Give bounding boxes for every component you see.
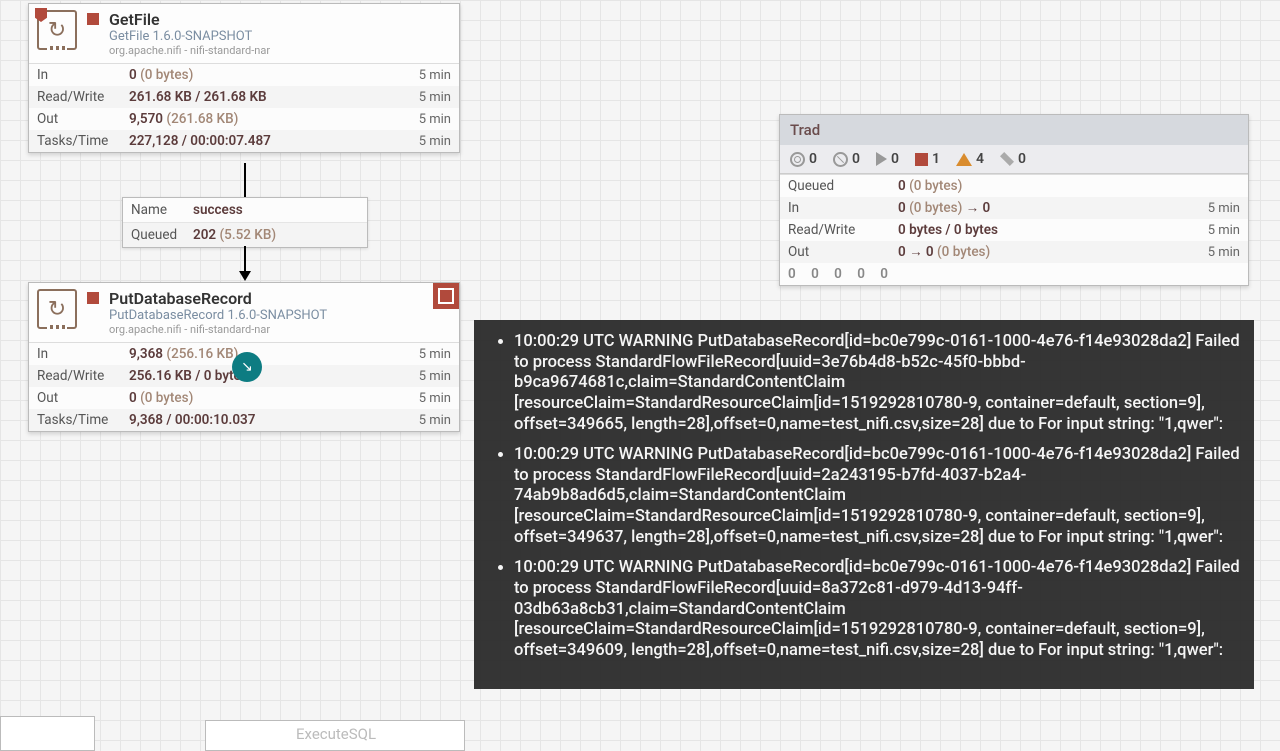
- stat-tasks: Tasks/Time 227,128 / 00:00:07.487 5 min: [29, 130, 459, 152]
- processor-bundle: org.apache.nifi - nifi-standard-nar: [109, 323, 451, 336]
- stat-tasks: Tasks/Time 9,368 / 00:00:10.037 5 min: [29, 409, 459, 431]
- bulletin-indicator-button[interactable]: [433, 283, 459, 309]
- connection-name-row: Name success: [123, 198, 367, 222]
- process-group-status-counts: 0 0 0 1 4 0: [780, 145, 1248, 174]
- connection-queued-row: Queued 202 (5.52 KB): [123, 222, 367, 247]
- processor-bundle: org.apache.nifi - nifi-standard-nar: [109, 44, 451, 57]
- processor-subtitle: GetFile 1.6.0-SNAPSHOT: [109, 29, 451, 44]
- invalid-icon: [956, 153, 972, 166]
- pg-footer-counts: 0 0 0 0 0: [780, 263, 1248, 285]
- arrow-head-icon: [239, 271, 251, 281]
- process-group-trad[interactable]: Trad 0 0 0 1 4 0 Queued 0 (0 bytes) In 0…: [779, 114, 1249, 286]
- process-group-stats: Queued 0 (0 bytes) In 0 (0 bytes) → 0 5 …: [780, 174, 1248, 285]
- stat-out: Out 9,570 (261.68 KB) 5 min: [29, 108, 459, 130]
- run-status-stopped-icon: [87, 13, 99, 25]
- count-transmitting: 0: [790, 151, 817, 167]
- processor-header: PutDatabaseRecord PutDatabaseRecord 1.6.…: [29, 283, 459, 342]
- bulletin-list: 10:00:29 UTC WARNING PutDatabaseRecord[i…: [488, 332, 1240, 661]
- processor-title: GetFile: [109, 10, 451, 29]
- processor-title: PutDatabaseRecord: [109, 289, 451, 308]
- stopped-icon: [915, 153, 928, 166]
- pg-stat-out: Out 0 → 0 (0 bytes) 5 min: [780, 241, 1248, 263]
- count-running: 0: [876, 151, 899, 167]
- restricted-icon: [35, 8, 47, 22]
- pg-stat-in: In 0 (0 bytes) → 0 5 min: [780, 197, 1248, 219]
- disabled-icon: [1000, 152, 1014, 166]
- stat-rw: Read/Write 261.68 KB / 261.68 KB 5 min: [29, 86, 459, 108]
- bulletin-item: 10:00:29 UTC WARNING PutDatabaseRecord[i…: [514, 445, 1240, 548]
- pg-stat-queued: Queued 0 (0 bytes): [780, 175, 1248, 197]
- bulletin-tooltip: 10:00:29 UTC WARNING PutDatabaseRecord[i…: [474, 320, 1254, 689]
- connection-line: [244, 163, 246, 197]
- pg-stat-rw: Read/Write 0 bytes / 0 bytes 5 min: [780, 219, 1248, 241]
- count-disabled: 0: [1000, 151, 1026, 167]
- processor-header: GetFile GetFile 1.6.0-SNAPSHOT org.apach…: [29, 4, 459, 63]
- running-icon: [876, 152, 887, 166]
- bulletin-item: 10:00:29 UTC WARNING PutDatabaseRecord[i…: [514, 332, 1240, 435]
- not-transmitting-icon: [833, 152, 848, 167]
- processor-type-icon: [37, 289, 77, 329]
- connection-line: [244, 246, 246, 274]
- stat-out: Out 0 (0 bytes) 5 min: [29, 387, 459, 409]
- processor-executesql-peek[interactable]: ExecuteSQL: [205, 720, 465, 751]
- transmitting-icon: [790, 152, 805, 167]
- processor-getfile[interactable]: GetFile GetFile 1.6.0-SNAPSHOT org.apach…: [28, 3, 460, 153]
- connection-success[interactable]: Name success Queued 202 (5.52 KB): [122, 197, 368, 248]
- processor-subtitle: PutDatabaseRecord 1.6.0-SNAPSHOT: [109, 308, 451, 323]
- processor-type-icon: [37, 10, 77, 50]
- count-not-transmitting: 0: [833, 151, 860, 167]
- process-group-title: Trad: [780, 115, 1248, 145]
- count-stopped: 1: [915, 151, 940, 167]
- connection-target-icon[interactable]: ↘: [232, 352, 262, 382]
- count-invalid: 4: [956, 151, 984, 167]
- run-status-stopped-icon: [87, 292, 99, 304]
- processor-outline[interactable]: [0, 716, 95, 751]
- stat-in: In 0 (0 bytes) 5 min: [29, 64, 459, 86]
- processor-stats: In 0 (0 bytes) 5 min Read/Write 261.68 K…: [29, 63, 459, 152]
- bulletin-item: 10:00:29 UTC WARNING PutDatabaseRecord[i…: [514, 558, 1240, 661]
